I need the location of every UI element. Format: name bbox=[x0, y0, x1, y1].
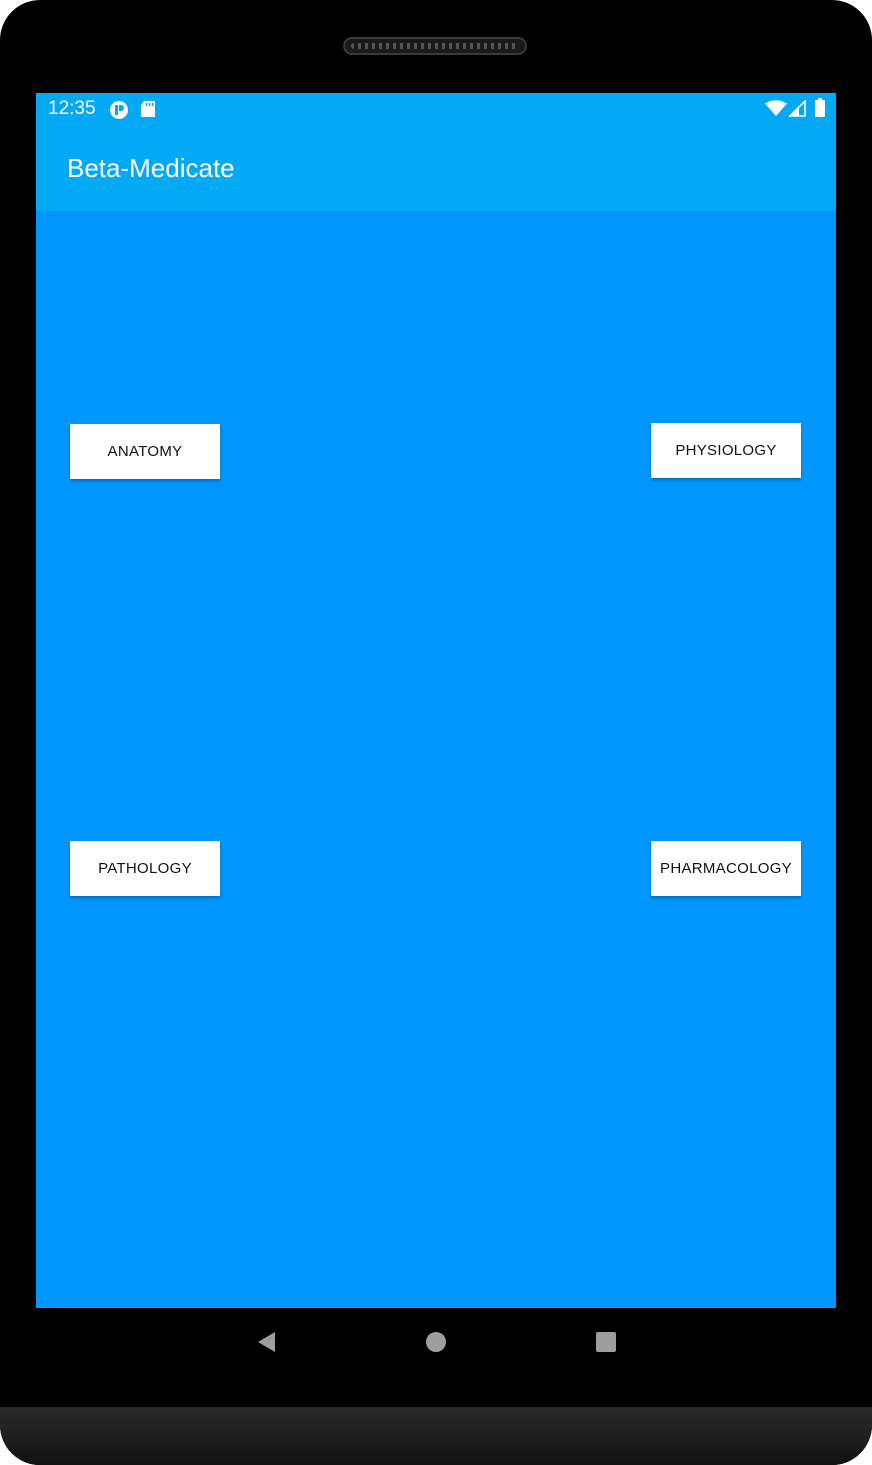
sd-card-icon bbox=[141, 101, 155, 117]
home-icon bbox=[426, 1332, 446, 1352]
physiology-button[interactable]: PHYSIOLOGY bbox=[651, 423, 801, 478]
device-frame: 12:35 Beta-Medicate ANATOMY PHYSIOLOGY P… bbox=[0, 0, 872, 1465]
wifi-icon bbox=[765, 100, 787, 116]
main-content: ANATOMY PHYSIOLOGY PATHOLOGY PHARMACOLOG… bbox=[36, 211, 836, 1308]
app-notification-icon bbox=[110, 101, 128, 119]
recents-button[interactable] bbox=[592, 1328, 620, 1356]
home-button[interactable] bbox=[422, 1328, 450, 1356]
pathology-button[interactable]: PATHOLOGY bbox=[70, 841, 220, 896]
app-bar: Beta-Medicate bbox=[36, 125, 836, 211]
battery-icon bbox=[815, 98, 825, 117]
bottom-bezel bbox=[0, 1407, 872, 1465]
back-icon bbox=[258, 1332, 275, 1352]
back-button[interactable] bbox=[252, 1328, 280, 1356]
pharmacology-button[interactable]: PHARMACOLOGY bbox=[651, 841, 801, 896]
anatomy-button[interactable]: ANATOMY bbox=[70, 424, 220, 479]
cellular-signal-icon bbox=[788, 100, 806, 117]
earpiece-speaker bbox=[343, 37, 527, 55]
navigation-bar bbox=[36, 1308, 836, 1376]
recents-icon bbox=[596, 1332, 616, 1352]
status-bar: 12:35 bbox=[36, 93, 836, 125]
status-time: 12:35 bbox=[48, 98, 96, 119]
screen: 12:35 Beta-Medicate ANATOMY PHYSIOLOGY P… bbox=[36, 93, 836, 1308]
app-title: Beta-Medicate bbox=[67, 153, 235, 183]
